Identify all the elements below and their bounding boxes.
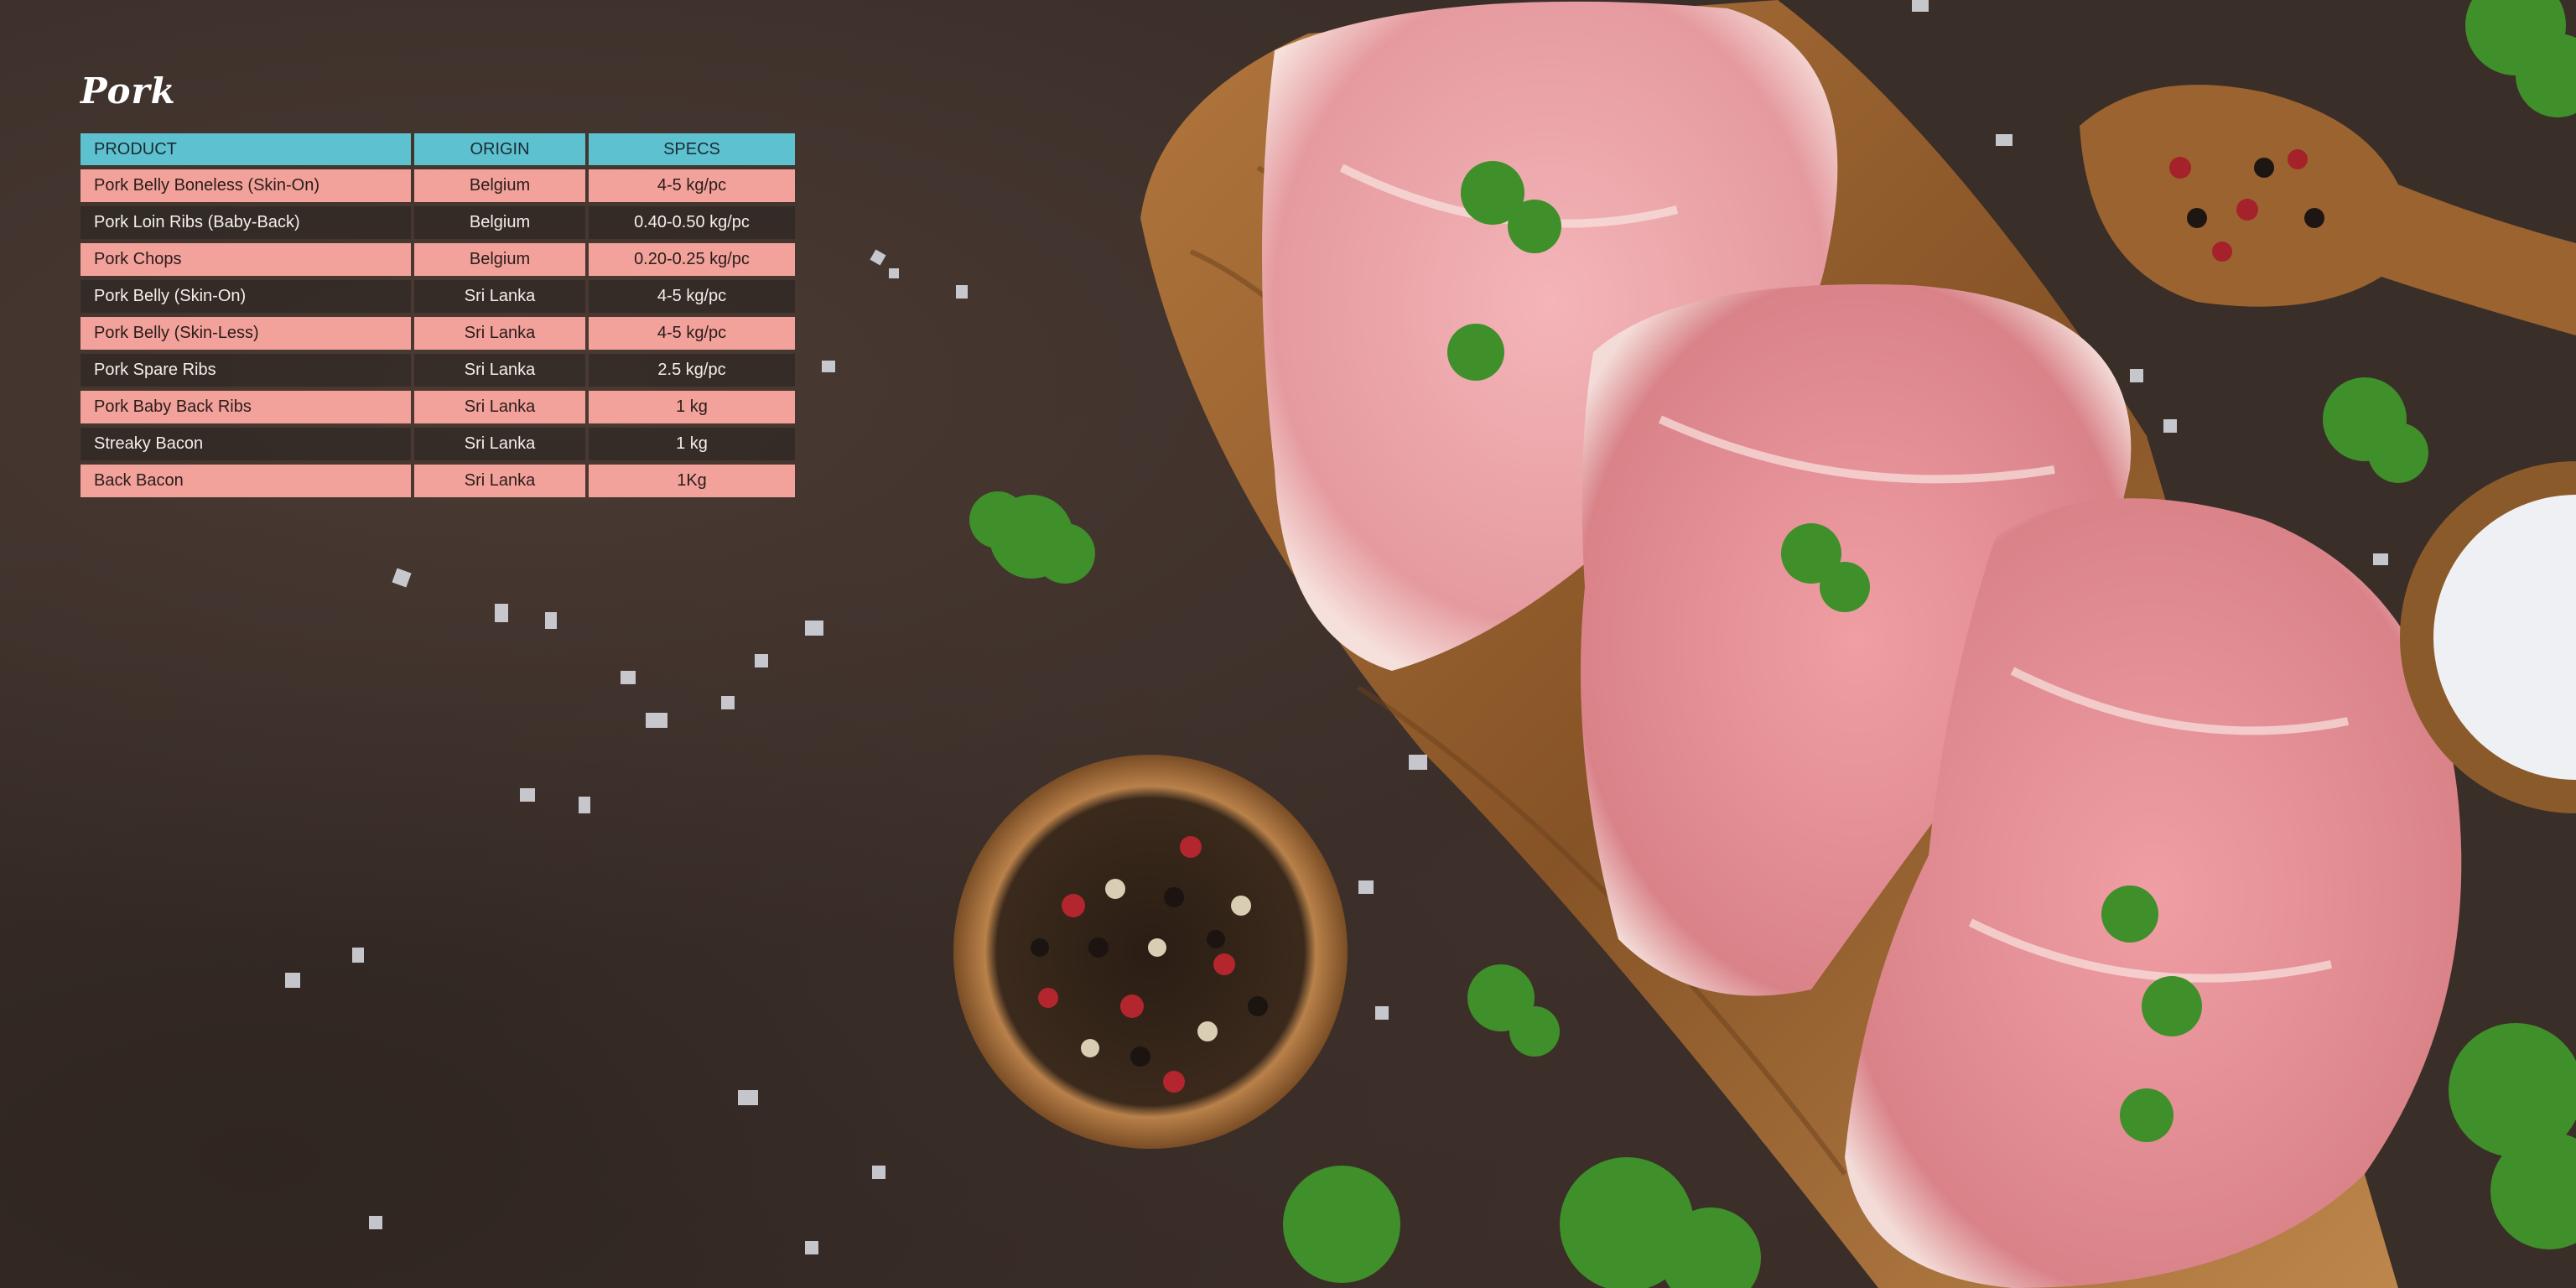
cell-product: Pork Loin Ribs (Baby-Back) <box>80 206 411 239</box>
column-header-product: PRODUCT <box>80 133 411 165</box>
table-row: Pork Belly (Skin-Less) Sri Lanka 4-5 kg/… <box>80 317 795 350</box>
cell-product: Pork Spare Ribs <box>80 354 411 387</box>
cell-specs: 0.20-0.25 kg/pc <box>589 243 795 276</box>
cell-product: Pork Baby Back Ribs <box>80 391 411 423</box>
cell-product: Pork Belly (Skin-Less) <box>80 317 411 350</box>
column-header-origin: ORIGIN <box>414 133 585 165</box>
cell-product: Pork Chops <box>80 243 411 276</box>
cell-specs: 1 kg <box>589 428 795 460</box>
cell-specs: 1Kg <box>589 465 795 497</box>
table-row: Pork Loin Ribs (Baby-Back) Belgium 0.40-… <box>80 206 795 239</box>
table-row: Pork Chops Belgium 0.20-0.25 kg/pc <box>80 243 795 276</box>
cell-origin: Sri Lanka <box>414 391 585 423</box>
table-row: Pork Spare Ribs Sri Lanka 2.5 kg/pc <box>80 354 795 387</box>
cell-specs: 0.40-0.50 kg/pc <box>589 206 795 239</box>
cell-origin: Sri Lanka <box>414 280 585 313</box>
cell-origin: Sri Lanka <box>414 428 585 460</box>
cell-specs: 2.5 kg/pc <box>589 354 795 387</box>
cell-specs: 4-5 kg/pc <box>589 169 795 202</box>
cell-origin: Belgium <box>414 243 585 276</box>
cell-product: Back Bacon <box>80 465 411 497</box>
column-header-specs: SPECS <box>589 133 795 165</box>
table-header-row: PRODUCT ORIGIN SPECS <box>80 133 795 165</box>
cell-origin: Belgium <box>414 169 585 202</box>
cell-origin: Sri Lanka <box>414 354 585 387</box>
wooden-spoon <box>2080 85 2576 335</box>
page-title: Pork <box>80 70 176 112</box>
table-row: Pork Belly Boneless (Skin-On) Belgium 4-… <box>80 169 795 202</box>
cell-product: Pork Belly (Skin-On) <box>80 280 411 313</box>
cell-origin: Belgium <box>414 206 585 239</box>
cell-specs: 4-5 kg/pc <box>589 317 795 350</box>
cell-product: Pork Belly Boneless (Skin-On) <box>80 169 411 202</box>
cell-origin: Sri Lanka <box>414 317 585 350</box>
cell-product: Streaky Bacon <box>80 428 411 460</box>
table-row: Pork Belly (Skin-On) Sri Lanka 4-5 kg/pc <box>80 280 795 313</box>
table-row: Back Bacon Sri Lanka 1Kg <box>80 465 795 497</box>
table-row: Streaky Bacon Sri Lanka 1 kg <box>80 428 795 460</box>
cell-specs: 1 kg <box>589 391 795 423</box>
product-table: PRODUCT ORIGIN SPECS Pork Belly Boneless… <box>77 129 798 501</box>
cell-origin: Sri Lanka <box>414 465 585 497</box>
table-row: Pork Baby Back Ribs Sri Lanka 1 kg <box>80 391 795 423</box>
cell-specs: 4-5 kg/pc <box>589 280 795 313</box>
